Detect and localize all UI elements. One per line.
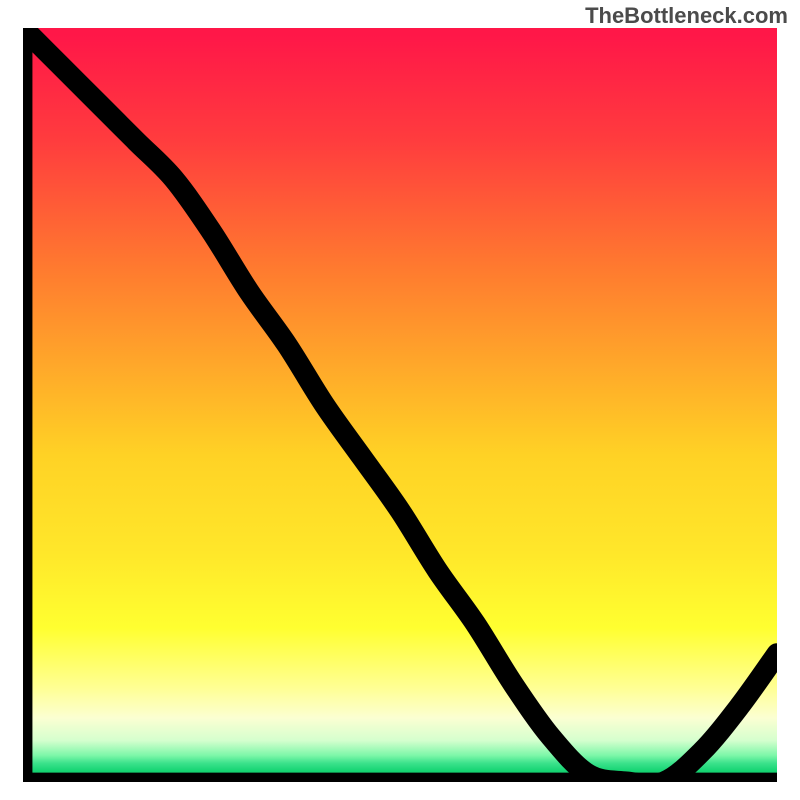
gradient-background	[23, 28, 777, 778]
chart-area	[23, 28, 777, 778]
attribution-text: TheBottleneck.com	[585, 3, 788, 29]
